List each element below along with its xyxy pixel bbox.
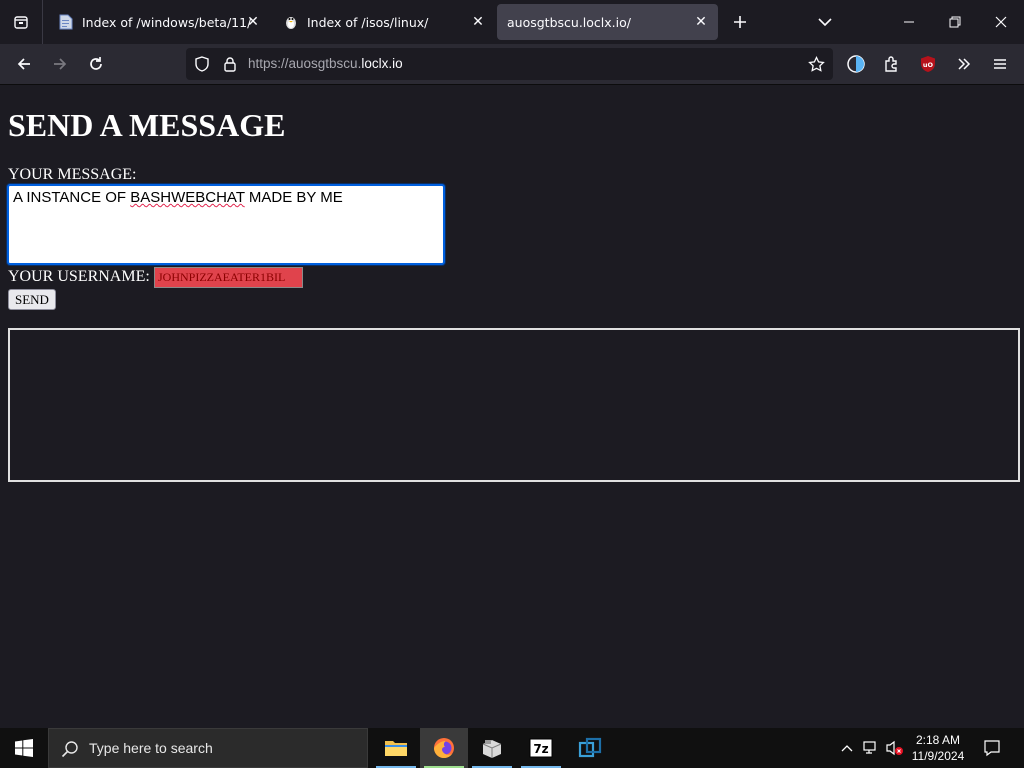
ublock-shield-icon: uO	[921, 56, 935, 72]
restore-button[interactable]	[932, 0, 978, 44]
message-misspelled-word: BASHWEBCHAT	[130, 189, 245, 206]
firefox-taskbar-button[interactable]	[420, 728, 468, 768]
app-menu-button[interactable]	[984, 48, 1016, 80]
hamburger-menu-icon	[994, 59, 1006, 69]
message-textarea[interactable]: A INSTANCE OF BASHWEBCHAT MADE BY ME	[7, 184, 445, 265]
tab-title: auosgtbscu.loclx.io/	[507, 14, 631, 30]
new-tab-button[interactable]	[727, 9, 753, 35]
back-button[interactable]	[8, 48, 40, 80]
username-input[interactable]: JOHNPIZZAEATER1BIL	[154, 267, 303, 288]
message-text-part: A INSTANCE OF	[13, 189, 131, 206]
action-center-button[interactable]	[978, 728, 1006, 768]
close-tab-icon[interactable]: ✕	[244, 13, 262, 31]
list-all-tabs-button[interactable]	[812, 11, 838, 33]
tab-bar: Index of /windows/beta/11/ ✕ Index of /i…	[0, 0, 1024, 44]
tab-title: Index of /isos/linux/	[307, 14, 429, 30]
clock-date: 11/9/2024	[911, 749, 965, 763]
start-button[interactable]	[0, 728, 48, 768]
network-tray-button[interactable]	[860, 728, 882, 768]
navigation-toolbar: https://auosgtbscu.loclx.io uO	[0, 44, 1024, 85]
volume-tray-button[interactable]	[884, 728, 906, 768]
page-icon	[58, 14, 74, 30]
7zip-icon: 7z	[529, 738, 553, 758]
firefox-view-icon	[14, 16, 28, 29]
svg-text:uO: uO	[923, 61, 934, 69]
svg-text:7z: 7z	[533, 742, 548, 756]
volume-muted-icon	[886, 740, 903, 756]
close-tab-icon[interactable]: ✕	[692, 13, 710, 31]
taskbar-search-box[interactable]: Type here to search	[48, 728, 368, 768]
close-icon	[995, 16, 1007, 28]
firefox-view-button[interactable]	[0, 0, 43, 44]
tab-windows-beta[interactable]: Index of /windows/beta/11/ ✕	[48, 4, 270, 40]
virtualbox-icon	[578, 737, 602, 758]
file-explorer-taskbar-button[interactable]	[372, 728, 420, 768]
chevron-up-icon	[841, 745, 853, 752]
file-explorer-icon	[385, 741, 407, 756]
plus-icon	[734, 16, 746, 28]
url-domain: loclx.io	[361, 56, 403, 71]
notification-icon	[984, 740, 1000, 757]
url-prefix: https://auosgtbscu.	[248, 56, 362, 71]
page-heading: SEND A MESSAGE	[8, 107, 286, 143]
send-button[interactable]: SEND	[8, 289, 56, 310]
messages-frame[interactable]	[8, 328, 1020, 482]
extensions-button[interactable]	[876, 48, 908, 80]
tracking-protection-shield-icon[interactable]	[194, 56, 210, 76]
username-label: YOUR USERNAME:	[8, 268, 150, 285]
close-window-button[interactable]	[978, 0, 1024, 44]
half-moon-circle-icon	[847, 55, 865, 73]
search-icon	[61, 740, 79, 761]
message-text-part: MADE BY ME	[244, 189, 343, 206]
arrow-right-icon	[54, 58, 67, 70]
tab-title: Index of /windows/beta/11/	[82, 14, 252, 30]
clock-time: 2:18 AM	[915, 733, 961, 747]
reload-button[interactable]	[80, 48, 112, 80]
search-placeholder: Type here to search	[89, 740, 213, 756]
lock-icon[interactable]	[222, 56, 238, 76]
forward-button[interactable]	[44, 48, 76, 80]
minimize-button[interactable]	[886, 0, 932, 44]
dark-reader-extension-button[interactable]	[840, 48, 872, 80]
show-hidden-icons-button[interactable]	[836, 728, 858, 768]
minimize-icon	[904, 21, 914, 23]
address-bar[interactable]: https://auosgtbscu.loclx.io	[186, 48, 833, 80]
package-icon	[482, 740, 502, 758]
restore-icon	[949, 16, 961, 28]
message-label: YOUR MESSAGE:	[8, 166, 137, 183]
arrow-left-icon	[17, 58, 30, 70]
windows-logo-icon	[15, 739, 33, 757]
virtualbox-taskbar-button[interactable]	[566, 728, 614, 768]
page-content: SEND A MESSAGE YOUR MESSAGE: A INSTANCE …	[0, 85, 1024, 728]
windows-taskbar: Type here to search 7z 2:18 AM 11/9/2024	[0, 728, 1024, 768]
double-chevron-right-icon	[958, 58, 971, 70]
package-taskbar-button[interactable]	[468, 728, 516, 768]
clock[interactable]: 2:18 AM 11/9/2024	[906, 732, 970, 764]
chevron-down-icon	[818, 18, 832, 27]
more-tools-button[interactable]	[948, 48, 980, 80]
bookmark-star-icon[interactable]	[808, 55, 825, 77]
close-tab-icon[interactable]: ✕	[469, 13, 487, 31]
tab-auosgtbscu[interactable]: auosgtbscu.loclx.io/ ✕	[497, 4, 718, 40]
tab-isos-linux[interactable]: Index of /isos/linux/ ✕	[273, 4, 495, 40]
network-icon	[863, 741, 876, 754]
7zip-taskbar-button[interactable]: 7z	[517, 728, 565, 768]
url-text[interactable]: https://auosgtbscu.loclx.io	[248, 48, 403, 80]
reload-icon	[90, 57, 102, 70]
firefox-icon	[434, 738, 454, 758]
puzzle-icon	[885, 56, 897, 72]
tux-icon	[283, 14, 299, 30]
ublock-origin-button[interactable]: uO	[912, 48, 944, 80]
